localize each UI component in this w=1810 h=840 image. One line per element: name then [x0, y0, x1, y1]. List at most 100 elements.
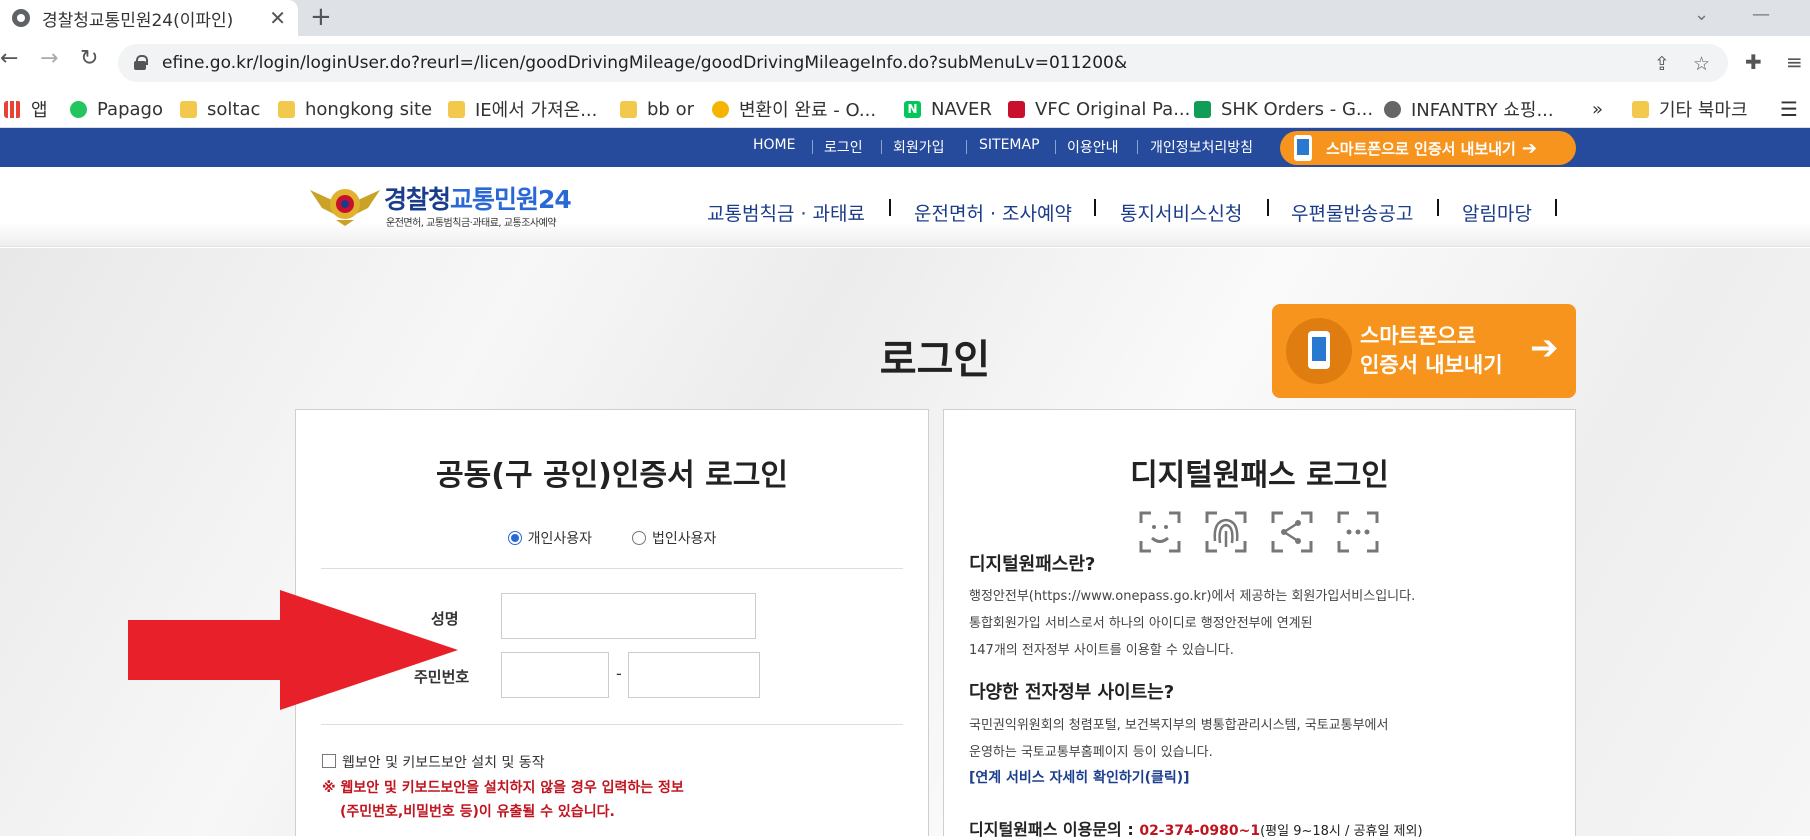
bookmark-apps[interactable]: 앱: [4, 90, 48, 128]
logo-title-part2: 교통민원24: [450, 185, 572, 214]
police-emblem-icon: [310, 189, 380, 226]
tab-close-icon[interactable]: ✕: [269, 6, 286, 30]
logo-subtitle: 운전면허, 교통범칙금·과태료, 교통조사예약: [386, 218, 557, 229]
bookmark-soltac[interactable]: soltac: [180, 90, 260, 128]
sheets-icon: [1194, 100, 1211, 118]
face-scan-icon[interactable]: [1139, 511, 1181, 553]
logo-title-part1: 경찰청: [384, 185, 451, 214]
nav-login-link[interactable]: 로그인: [824, 137, 863, 157]
apps-icon: [4, 100, 21, 118]
menu-divider: [1555, 199, 1557, 216]
arrow-right-icon: ➔: [1521, 137, 1537, 159]
reload-icon[interactable]: ↻: [80, 46, 98, 71]
extensions-icon[interactable]: ✚: [1745, 50, 1762, 74]
bookmark-hongkong-site[interactable]: hongkong site: [278, 90, 432, 128]
radio-corporate-dot[interactable]: [632, 531, 646, 545]
nav-sitemap-link[interactable]: SITEMAP: [979, 137, 1040, 153]
menu-divider: [1267, 199, 1269, 216]
bookmark-infantry[interactable]: INFANTRY 쇼핑...: [1384, 90, 1554, 128]
banner-line1: 스마트폰으로: [1360, 324, 1476, 348]
back-icon[interactable]: ←: [0, 46, 18, 71]
rrn-back-input[interactable]: [628, 652, 760, 698]
arrow-right-icon: ➔: [1530, 328, 1559, 368]
menu-divider: [889, 199, 891, 216]
new-tab-icon[interactable]: +: [310, 2, 332, 32]
fingerprint-icon[interactable]: [1205, 511, 1247, 553]
nav-guide-link[interactable]: 이용안내: [1067, 137, 1119, 157]
user-type-radio-group: 개인사용자 법인사용자: [296, 528, 928, 548]
bookmark-convert[interactable]: 변환이 완료 - O...: [712, 90, 876, 128]
bookmark-ie-import[interactable]: IE에서 가져온...: [448, 90, 597, 128]
nav-signup-link[interactable]: 회원가입: [893, 137, 945, 157]
inquiry-heading: 디지털원패스 이용문의 :: [969, 820, 1134, 839]
bookmark-label: hongkong site: [305, 98, 433, 120]
inquiry-phone: 02-374-0980~1: [1139, 823, 1261, 839]
menu-license[interactable]: 운전면허 · 조사예약: [914, 199, 1072, 226]
nav-home-link[interactable]: HOME: [753, 137, 795, 153]
banner-line2: 인증서 내보내기: [1360, 353, 1503, 377]
menu-fines[interactable]: 교통범칙금 · 과태료: [707, 199, 865, 226]
share-icon[interactable]: ⇪: [1654, 53, 1670, 75]
reading-list-icon[interactable]: ≡: [1786, 50, 1803, 74]
nav-privacy-link[interactable]: 개인정보처리방침: [1150, 137, 1253, 157]
address-bar[interactable]: efine.go.kr/login/loginUser.do?reurl=/li…: [118, 44, 1728, 82]
nav-divider: [966, 140, 967, 154]
bookmark-label: 변환이 완료 - O...: [739, 100, 877, 121]
divider: [321, 724, 903, 725]
smartphone-cert-export-button[interactable]: 스마트폰으로 인증서 내보내기 ➔: [1280, 131, 1576, 165]
smartphone-icon: [1286, 318, 1352, 384]
smart-export-label: 스마트폰으로 인증서 내보내기: [1326, 139, 1516, 158]
bookmark-label: 기타 북마크: [1659, 100, 1748, 121]
radio-corporate[interactable]: 법인사용자: [632, 528, 716, 548]
minimize-icon[interactable]: —: [1752, 4, 1770, 25]
linked-services-link[interactable]: [연계 서비스 자세히 확인하기(클릭)]: [969, 767, 1190, 787]
naver-icon: N: [904, 100, 921, 118]
bookmark-star-icon[interactable]: ☆: [1693, 53, 1710, 75]
bookmark-shk-orders[interactable]: SHK Orders - G...: [1194, 90, 1373, 128]
nav-divider: [1055, 140, 1056, 154]
onepass-what-text: 147개의 전자정부 사이트를 이용할 수 있습니다.: [969, 643, 1234, 658]
menu-divider: [1437, 199, 1439, 216]
site-logo[interactable]: 경찰청교통민원24 운전면허, 교통범칙금·과태료, 교통조사예약: [308, 180, 588, 230]
onepass-what-text: 통합회원가입 서비스로서 하나의 아이디로 행정안전부에 연계된: [969, 616, 1313, 631]
mle-icon: [1008, 100, 1025, 118]
bookmark-vfc[interactable]: VFC Original Pa...: [1008, 90, 1190, 128]
onepass-sites-text: 국민권익위원회의 청렴포털, 보건복지부의 병통합관리시스템, 국토교통부에서: [969, 718, 1389, 733]
bookmark-label: INFANTRY 쇼핑...: [1411, 100, 1554, 121]
folder-icon: [620, 100, 637, 118]
security-install-checkbox[interactable]: [322, 754, 336, 768]
forward-icon[interactable]: →: [40, 46, 58, 71]
bookmark-label: soltac: [207, 98, 261, 120]
rrn-front-input[interactable]: [501, 652, 609, 698]
url-text: efine.go.kr/login/loginUser.do?reurl=/li…: [162, 53, 1128, 73]
pin-icon[interactable]: [1337, 511, 1379, 553]
bookmark-papago[interactable]: Papago: [70, 90, 163, 128]
folder-icon: [180, 100, 197, 118]
lock-icon[interactable]: [134, 55, 148, 70]
menu-divider: [1094, 199, 1096, 216]
radio-personal-dot[interactable]: [507, 531, 522, 545]
radio-personal[interactable]: 개인사용자: [507, 528, 592, 548]
name-input[interactable]: [501, 593, 756, 639]
smartphone-cert-export-banner[interactable]: 스마트폰으로 인증서 내보내기 ➔: [1272, 304, 1576, 398]
nav-divider: [812, 140, 813, 154]
onepass-what-heading: 디지털원패스란?: [969, 554, 1096, 575]
bookmarks-more-icon[interactable]: »: [1592, 90, 1603, 128]
tab-search-icon[interactable]: ⌄: [1694, 4, 1709, 25]
tab-title: 경찰청교통민원24(이파인): [42, 10, 234, 31]
onepass-sites-heading: 다양한 전자정부 사이트는?: [969, 682, 1175, 703]
menu-notice[interactable]: 알림마당: [1462, 199, 1532, 226]
pattern-icon[interactable]: [1271, 511, 1313, 553]
nav-divider: [881, 140, 882, 154]
bookmark-other[interactable]: 기타 북마크: [1632, 90, 1748, 128]
menu-returned-mail[interactable]: 우편물반송공고: [1291, 199, 1413, 226]
reading-mode-icon[interactable]: ☰: [1780, 90, 1798, 128]
bookmark-naver[interactable]: N NAVER: [904, 90, 992, 128]
browser-tab[interactable]: 경찰청교통민원24(이파인) ✕: [0, 0, 298, 36]
papago-icon: [70, 100, 87, 118]
site-header: 경찰청교통민원24 운전면허, 교통범칙금·과태료, 교통조사예약 교통범칙금 …: [0, 167, 1810, 247]
bookmark-bb-or[interactable]: bb or: [620, 90, 694, 128]
bookmark-label: 앱: [31, 100, 48, 121]
menu-notification[interactable]: 통지서비스신청: [1120, 199, 1242, 226]
onepass-inquiry: 디지털원패스 이용문의 : 02-374-0980~1(평일 9~18시 / 공…: [969, 816, 1423, 840]
